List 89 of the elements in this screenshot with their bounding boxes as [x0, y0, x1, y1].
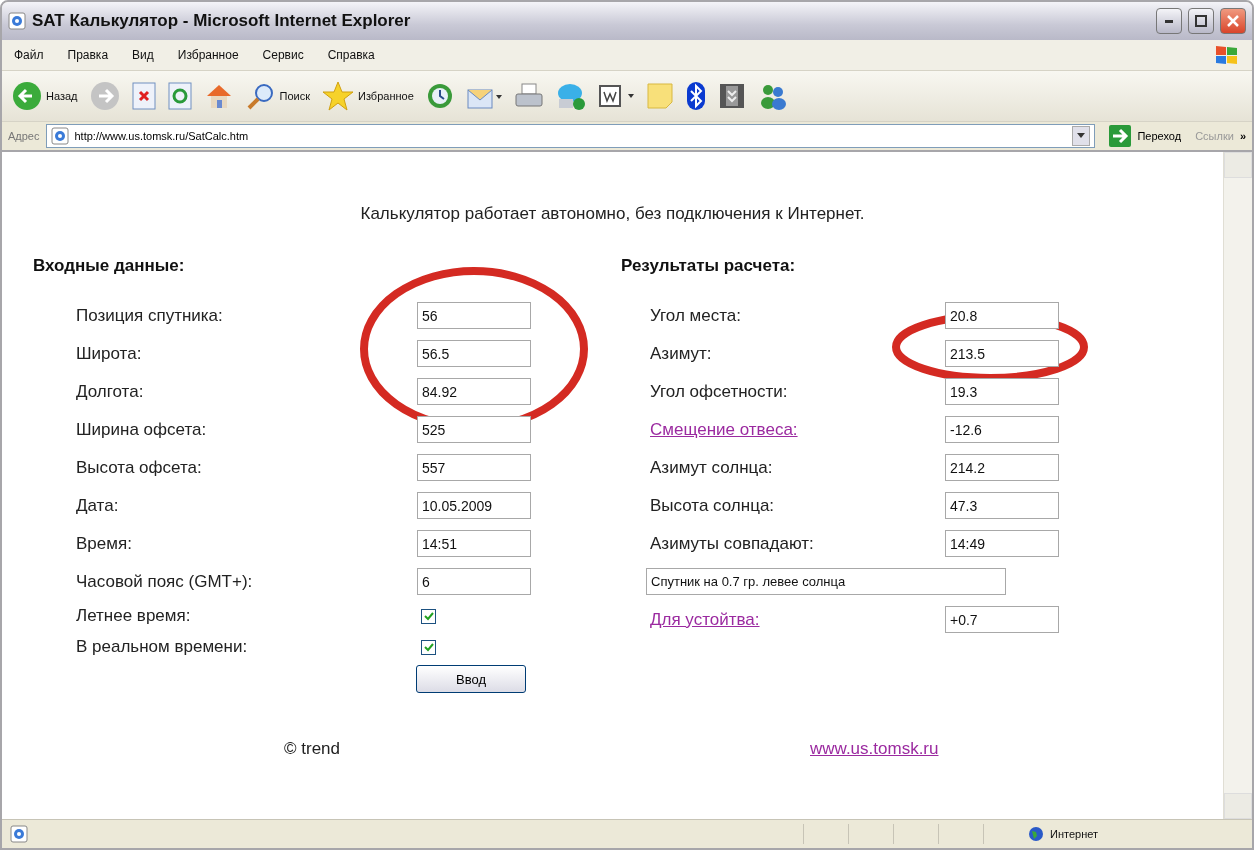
- bluetooth-button[interactable]: [685, 81, 706, 111]
- section-heading: Результаты расчета:: [621, 256, 797, 276]
- star-icon: [322, 81, 354, 111]
- archive-button[interactable]: [717, 82, 746, 110]
- close-button[interactable]: [1220, 8, 1246, 34]
- minimize-button[interactable]: [1156, 8, 1182, 34]
- favorites-button[interactable]: Избранное: [322, 81, 414, 111]
- input-field[interactable]: 557: [417, 454, 531, 481]
- browser-icon: [10, 825, 28, 843]
- field-label: Долгота:: [76, 381, 145, 402]
- result-field: 47.3: [945, 492, 1059, 519]
- go-arrow-icon: [1109, 125, 1132, 147]
- browser-icon: [50, 127, 69, 145]
- checkbox[interactable]: [421, 608, 436, 624]
- archive-icon: [717, 82, 746, 110]
- bluetooth-icon: [685, 81, 706, 111]
- field-label: Позиция спутника:: [76, 305, 224, 326]
- field-label: Летнее время:: [76, 606, 192, 626]
- windows-flag-icon: [1214, 43, 1240, 67]
- maximize-icon: [1195, 15, 1207, 27]
- result-field: 214.2: [945, 454, 1059, 481]
- section-heading: Входные данные:: [33, 256, 186, 276]
- field-label: Дата:: [76, 495, 120, 516]
- result-field: 19.3: [945, 378, 1059, 405]
- sticky-note-icon: [645, 82, 674, 110]
- go-button[interactable]: Переход: [1101, 125, 1190, 147]
- field-link[interactable]: Для устойтва:: [650, 609, 945, 630]
- menu-item[interactable]: Сервис: [262, 48, 304, 62]
- field-label: Азимуты совпадают:: [650, 533, 815, 554]
- refresh-icon: [167, 82, 192, 110]
- checkbox[interactable]: [421, 639, 436, 655]
- input-field[interactable]: 56.5: [417, 340, 531, 367]
- notice-text: Калькулятор работает автономно, без подключения к Интернет.: [359, 204, 866, 224]
- menu-item[interactable]: Файл: [14, 48, 44, 62]
- field-label: В реальном времени:: [76, 637, 249, 657]
- dropdown-button[interactable]: [1072, 126, 1091, 146]
- stop-button[interactable]: [131, 82, 156, 110]
- field-label: Широта:: [76, 343, 143, 364]
- field-label: Азимут:: [650, 343, 713, 364]
- menu-item[interactable]: Справка: [327, 48, 375, 62]
- menu-item[interactable]: Правка: [67, 48, 109, 62]
- menu-item[interactable]: Избранное: [177, 48, 239, 62]
- result-field: 14:49: [945, 530, 1059, 557]
- search-button[interactable]: Поиск: [245, 81, 310, 111]
- search-icon: [245, 81, 276, 111]
- input-field[interactable]: 10.05.2009: [417, 492, 531, 519]
- field-label: Угол места:: [650, 305, 742, 326]
- input-field[interactable]: 525: [417, 416, 531, 443]
- close-icon: [1227, 15, 1239, 27]
- word-button[interactable]: [597, 84, 634, 108]
- menu-item[interactable]: Вид: [132, 48, 154, 62]
- result-field: 213.5: [945, 340, 1059, 367]
- copyright-text: © trend: [284, 739, 340, 759]
- field-link[interactable]: Смещение отвеса:: [650, 419, 945, 440]
- maximize-button[interactable]: [1188, 8, 1214, 34]
- input-field[interactable]: 56: [417, 302, 531, 329]
- history-button[interactable]: [425, 82, 454, 110]
- field-label: Высота солнца:: [650, 495, 776, 516]
- print-button[interactable]: [513, 82, 544, 110]
- result-field: -12.6: [945, 416, 1059, 443]
- chevron-button[interactable]: »: [1239, 130, 1246, 142]
- site-link[interactable]: www.us.tomsk.ru: [810, 739, 939, 759]
- minimize-icon: [1165, 19, 1173, 23]
- result-message-field: Спутник на 0.7 гр. левее солнца: [646, 568, 1006, 595]
- stop-icon: [131, 82, 156, 110]
- globe-icon: [1028, 826, 1044, 842]
- back-button[interactable]: Назад: [12, 81, 78, 111]
- window-title: SAT Калькулятор - Microsoft Internet Explorer: [32, 11, 412, 31]
- document-icon: [597, 84, 634, 108]
- browser-icon: [8, 12, 26, 30]
- refresh-button[interactable]: [167, 82, 192, 110]
- field-label: Угол офсетности:: [650, 381, 789, 402]
- field-label: Время:: [76, 533, 133, 554]
- address-field[interactable]: http://www.us.tomsk.ru/SatCalc.htm: [45, 124, 1096, 148]
- clock-icon: [425, 82, 454, 110]
- caret-icon: [1077, 133, 1086, 139]
- result-field: +0.7: [945, 606, 1059, 633]
- submit-button[interactable]: Ввод: [416, 665, 526, 693]
- status-zone: Интернет: [1050, 828, 1098, 840]
- result-field: 20.8: [945, 302, 1059, 329]
- field-label: Часовой пояс (GMT+):: [76, 571, 254, 592]
- input-field[interactable]: 14:51: [417, 530, 531, 557]
- printer-icon: [513, 82, 544, 110]
- input-field[interactable]: 6: [417, 568, 531, 595]
- address-label: Адрес: [8, 130, 40, 142]
- input-field[interactable]: 84.92: [417, 378, 531, 405]
- field-label: Ширина офсета:: [76, 419, 208, 440]
- field-label: Высота офсета:: [76, 457, 203, 478]
- field-label: Азимут солнца:: [650, 457, 774, 478]
